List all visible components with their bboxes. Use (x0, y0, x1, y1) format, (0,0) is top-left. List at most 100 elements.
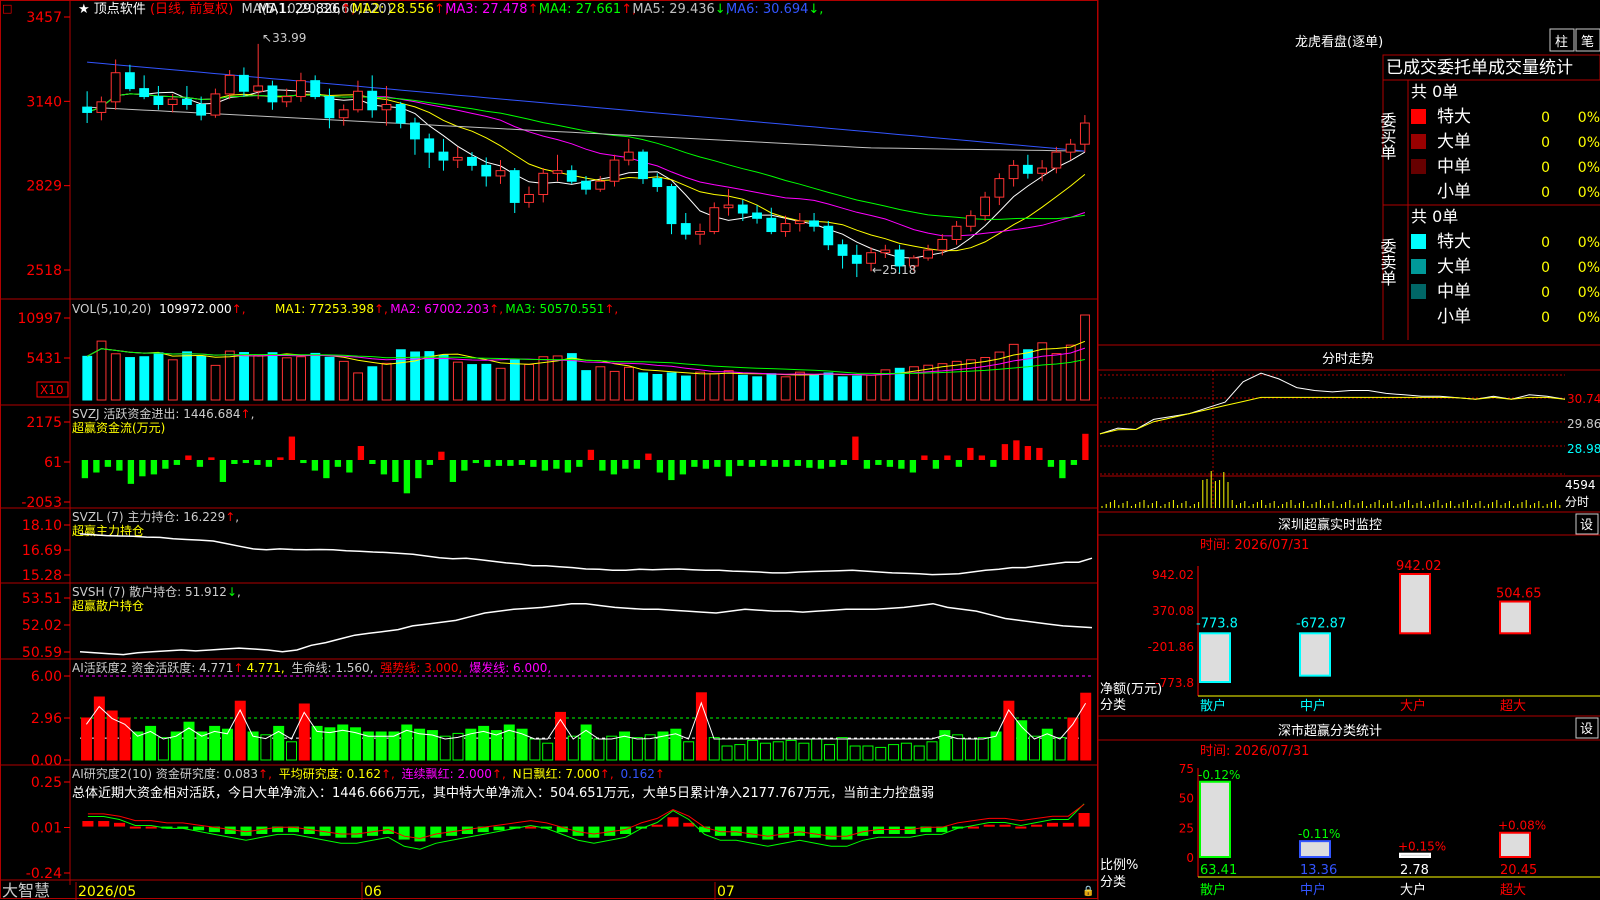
ai-active-bar (798, 742, 810, 761)
candle-body (809, 220, 819, 227)
buy-group-label: 委买单 (1378, 112, 1397, 160)
ai-research-bar (351, 826, 363, 838)
candle-body (110, 72, 121, 103)
svzj-bar (599, 460, 606, 471)
tab-tick-label: 笔 (1581, 34, 1594, 50)
price-panel[interactable]: □ ★ 顶点软件 (日线, 前复权) MA(5,10,20,30,60,120)… (2, 1, 1090, 279)
ai-active-bar (529, 738, 541, 761)
lock-icon[interactable]: 🔒 (1082, 885, 1094, 897)
ai-active-panel[interactable]: AI活跃度2 资金活跃度: 4.771↑ 4.771, 生命线: 1.560, 强… (31, 660, 1092, 769)
svzj-bar (852, 436, 859, 460)
svzj-bar (875, 460, 882, 465)
sz-class-tick: 25 (1179, 821, 1194, 835)
svzl-line (79, 533, 1093, 576)
order-size-label: 大单 (1437, 132, 1471, 152)
candle-body (823, 225, 834, 246)
ai-research-bar (145, 826, 157, 829)
svzj-bar (633, 460, 641, 469)
ai-active-bar (811, 738, 823, 761)
candle-body (695, 231, 705, 235)
candle-body (923, 249, 934, 259)
candle-body (296, 80, 306, 98)
ai-active-bar (593, 738, 605, 761)
volume-bar (709, 373, 720, 401)
svzj-bar (403, 460, 411, 494)
longhu-panel[interactable]: 龙虎看盘(逐单) 柱 笔 已成交委托单成交量统计 委买单 共 0单 特大 0 0% 大… (1295, 28, 1600, 340)
svzj-bar (219, 460, 227, 482)
y-tick-label: 2518 (26, 263, 62, 279)
sell-rows: 特大 0 0% 大单 0 0% 中单 0 0% 小单 0 0% (1411, 232, 1600, 327)
candle-body (238, 74, 249, 92)
vol-unit: X10 (40, 383, 64, 397)
volume-bar (381, 362, 392, 401)
volume-bar (852, 375, 862, 401)
svzj-bar (748, 460, 756, 467)
y-tick-label: 0.00 (31, 753, 62, 769)
ai-active-bar (964, 738, 976, 761)
intraday-panel[interactable]: 分时走势 30.74 29.86 28.98 4594 分时 (1098, 344, 1600, 510)
sz-monitor-value: 504.65 (1496, 587, 1542, 602)
volume-bar (353, 372, 364, 401)
ma-line-10 (86, 93, 1086, 252)
ai-active-bar (157, 737, 169, 761)
candle-body (509, 170, 520, 203)
sz-class-value: 63.41 (1200, 863, 1237, 878)
volume-panel[interactable]: VOL(5,10,20) 109972.000↑, MA1: 77253.398… (17, 302, 1090, 401)
sz-monitor-bar (1499, 600, 1531, 635)
ai-research-bar (398, 826, 410, 840)
intraday-line (1099, 372, 1566, 435)
corner-marker-icon: □ (2, 2, 12, 15)
price-axis: 3457 3140 2829 2518 (26, 10, 70, 279)
svzj-bar (783, 460, 790, 467)
order-count: 0 (1541, 285, 1550, 301)
sz-class-ylabel: 比例% (1100, 858, 1138, 873)
svg-text:AI研究度2(10) 资金研究度: 0.083↑,: AI研究度2(10) 资金研究度: 0.083↑, 平均研究度: 0.162↑,… (72, 766, 665, 781)
ai-research-bar (762, 826, 774, 840)
candle-body (281, 96, 292, 103)
volume-bar (866, 374, 877, 401)
ai-active-bar (606, 735, 618, 761)
ai-research-panel[interactable]: AI研究度2(10) 资金研究度: 0.083↑, 平均研究度: 0.162↑,… (26, 766, 1090, 882)
candle-body (524, 193, 534, 203)
y-tick-label: 0.25 (31, 775, 62, 791)
candle-body (851, 254, 862, 264)
intraday-price-line (1099, 372, 1566, 435)
svzj-bar (737, 460, 744, 466)
svzj-bar (484, 460, 491, 467)
svzj-bar (173, 460, 181, 465)
svsh-panel[interactable]: SVSH (7) 散户持仓: 51.912↓, 超赢散户持仓 53.51 52.0… (22, 584, 1093, 661)
ma-legend: MA1: 29.826↑,MA2: 28.556↑,MA3: 27.478↑,M… (258, 2, 823, 17)
svzj-panel[interactable]: SVZJ 活跃资金进出: 1446.684↑, 超赢资金流(万元) 2175 61… (21, 406, 1089, 511)
volume-bar (524, 363, 535, 401)
ai-active-bar (567, 735, 579, 761)
ai-research-bar (778, 826, 790, 838)
svzj-bar (541, 460, 549, 471)
sz-monitor-panel[interactable]: 深圳超赢实时监控 设 时间: 2026/07/31 942.02 370.08 -2… (1098, 511, 1600, 714)
svzj-bar (415, 460, 422, 479)
candle-body (980, 196, 991, 217)
sz-class-bar (1299, 840, 1331, 858)
svzj-bar (507, 460, 514, 466)
volume-bar (752, 376, 763, 401)
sz-monitor-category: 中户 (1300, 698, 1326, 714)
candle-body (481, 164, 492, 177)
ai-research-bar (651, 824, 663, 827)
svzj-bar (150, 460, 158, 475)
candle-body (1065, 143, 1076, 153)
svzl-panel[interactable]: SVZL (7) 主力持仓: 16.229↑, 超赢主力持仓 18.1016.6… (22, 509, 1093, 584)
ai-research-bar (888, 826, 900, 834)
svzj-bar (1082, 433, 1089, 460)
svzj-bar (288, 436, 296, 460)
y-tick-label: 2.96 (31, 711, 62, 727)
sz-class-panel[interactable]: 深市超赢分类统计 设 时间: 2026/07/31 75 50 25 0 -0.12% 6… (1098, 715, 1600, 898)
svzj-bar (300, 460, 307, 464)
date-axis: 大智慧 2026/05 06 07 🔒 (2, 881, 1094, 900)
y-tick-label: -0.24 (26, 866, 62, 882)
y-tick-label: 16.69 (22, 543, 62, 559)
sz-class-settings-label: 设 (1580, 722, 1593, 737)
ai-research-bar (193, 826, 205, 831)
order-size-label: 中单 (1437, 157, 1471, 177)
sz-class-tick: 50 (1179, 792, 1194, 806)
svzj-bar (277, 457, 284, 460)
ai-research-bar (1046, 822, 1059, 827)
